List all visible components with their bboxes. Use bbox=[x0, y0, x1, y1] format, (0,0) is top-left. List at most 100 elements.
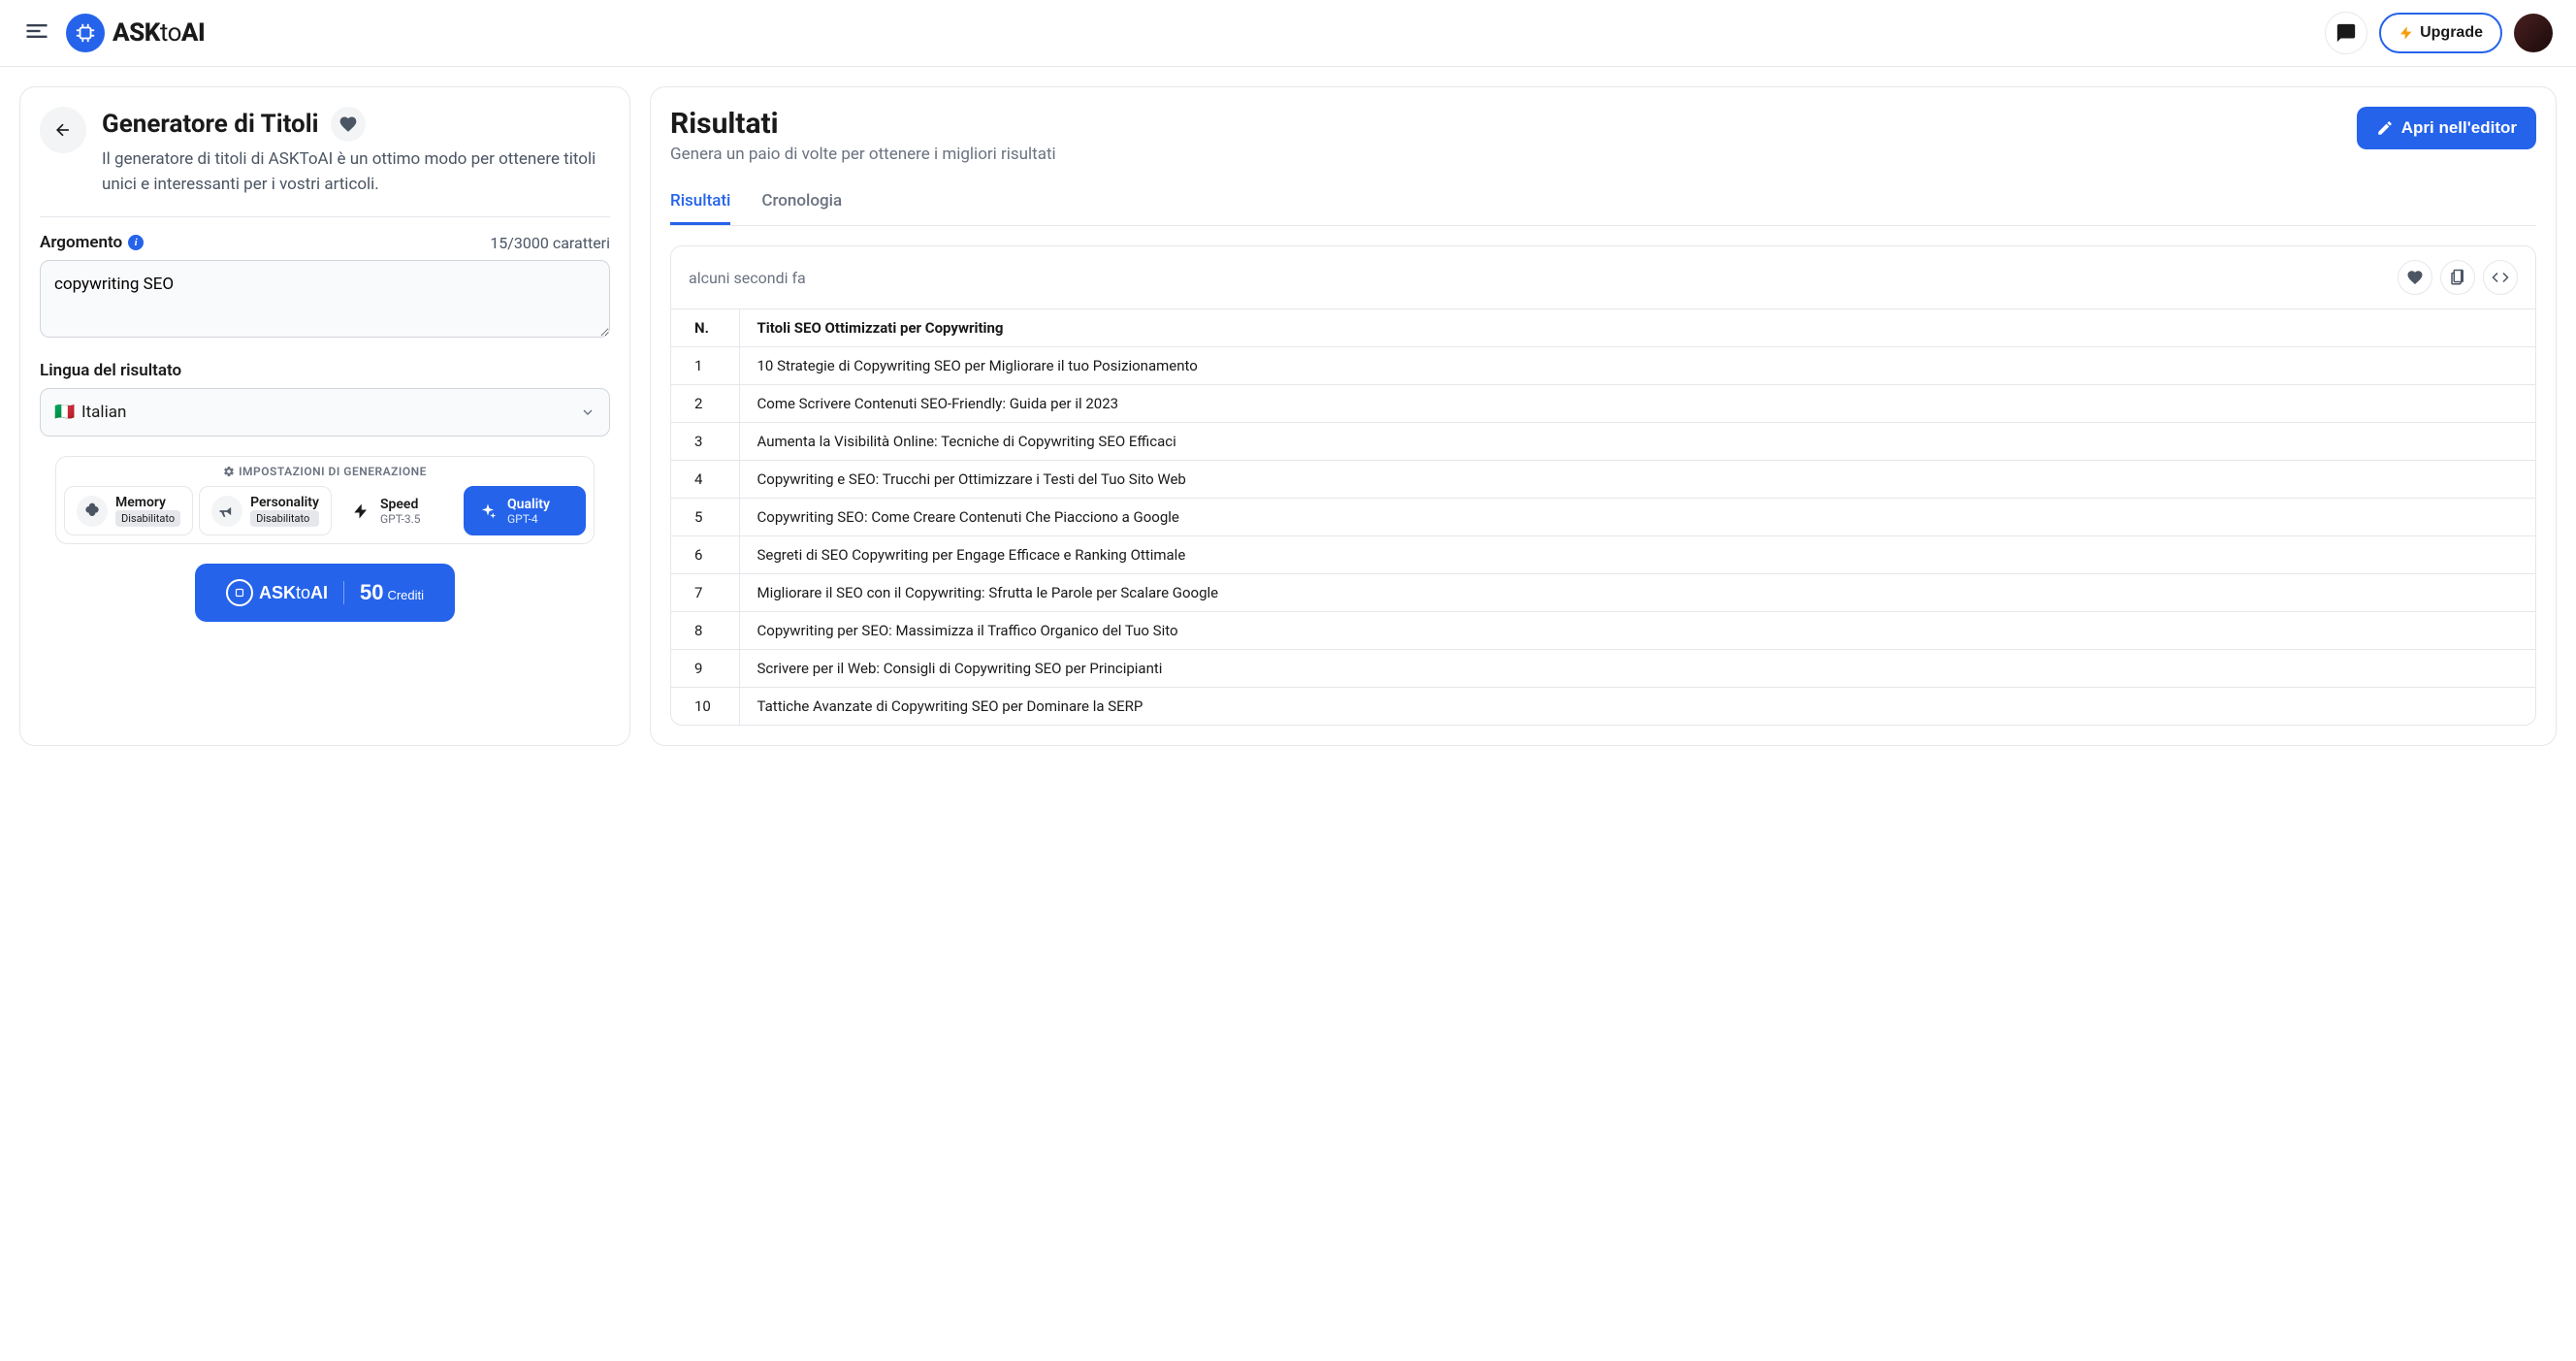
table-row: 3Aumenta la Visibilità Online: Tecniche … bbox=[671, 423, 2535, 461]
megaphone-icon bbox=[211, 496, 242, 527]
tool-description: Il generatore di titoli di ASKToAI è un … bbox=[102, 147, 610, 197]
row-number: 10 bbox=[671, 688, 739, 726]
chat-button[interactable] bbox=[2325, 12, 2367, 54]
logo-chip-icon bbox=[66, 14, 105, 52]
table-row: 9Scrivere per il Web: Consigli di Copywr… bbox=[671, 650, 2535, 688]
argomento-label: Argomento i bbox=[40, 233, 144, 252]
result-actions bbox=[2398, 260, 2518, 295]
row-title: Migliorare il SEO con il Copywriting: Sf… bbox=[739, 574, 2535, 612]
open-editor-button[interactable]: Apri nell'editor bbox=[2357, 107, 2536, 149]
back-button[interactable] bbox=[40, 107, 86, 153]
lingua-select[interactable]: 🇮🇹 Italian bbox=[40, 388, 610, 437]
ask-btn-logo: ASKtoAI bbox=[226, 579, 328, 606]
row-title: Copywriting SEO: Come Creare Contenuti C… bbox=[739, 499, 2535, 536]
results-table: N. Titoli SEO Ottimizzati per Copywritin… bbox=[671, 308, 2535, 725]
heart-icon bbox=[338, 114, 358, 134]
lingua-value: Italian bbox=[81, 403, 126, 422]
personality-label: Personality bbox=[250, 495, 319, 510]
row-title: Copywriting e SEO: Trucchi per Ottimizza… bbox=[739, 461, 2535, 499]
memory-label: Memory bbox=[115, 495, 180, 510]
results-subtitle: Genera un paio di volte per ottenere i m… bbox=[670, 145, 1056, 164]
memory-status: Disabilitato bbox=[115, 510, 180, 527]
generator-panel: Generatore di Titoli Il generatore di ti… bbox=[19, 86, 630, 746]
results-title: Risultati bbox=[670, 107, 1056, 141]
speed-sub: GPT-3.5 bbox=[380, 512, 421, 526]
quality-label: Quality bbox=[507, 497, 550, 512]
chat-icon bbox=[2335, 22, 2357, 44]
upgrade-label: Upgrade bbox=[2420, 24, 2483, 42]
lightning-icon bbox=[2399, 25, 2414, 41]
chevron-down-icon bbox=[580, 405, 596, 420]
row-number: 5 bbox=[671, 499, 739, 536]
argomento-section: Argomento i 15/3000 caratteri copywritin… bbox=[40, 233, 610, 341]
table-row: 4Copywriting e SEO: Trucchi per Ottimizz… bbox=[671, 461, 2535, 499]
sparkle-icon bbox=[476, 500, 499, 523]
ask-btn-credits: 50 Crediti bbox=[360, 580, 424, 605]
favorite-button[interactable] bbox=[331, 107, 366, 142]
app-header: ASKtoAI Upgrade bbox=[0, 0, 2576, 67]
tab-risultati[interactable]: Risultati bbox=[670, 179, 730, 225]
result-card: alcuni secondi fa N. bbox=[670, 245, 2536, 726]
result-timestamp: alcuni secondi fa bbox=[689, 269, 806, 287]
gear-icon bbox=[223, 466, 235, 477]
row-title: Segreti di SEO Copywriting per Engage Ef… bbox=[739, 536, 2535, 574]
speed-label: Speed bbox=[380, 497, 421, 512]
tab-cronologia[interactable]: Cronologia bbox=[761, 179, 842, 225]
result-card-header: alcuni secondi fa bbox=[671, 246, 2535, 308]
row-number: 1 bbox=[671, 347, 739, 385]
row-number: 9 bbox=[671, 650, 739, 688]
table-row: 6Segreti di SEO Copywriting per Engage E… bbox=[671, 536, 2535, 574]
heart-icon bbox=[2406, 269, 2424, 286]
favorite-result-button[interactable] bbox=[2398, 260, 2432, 295]
main-content: Generatore di Titoli Il generatore di ti… bbox=[0, 67, 2576, 765]
upgrade-button[interactable]: Upgrade bbox=[2379, 13, 2502, 53]
argomento-input[interactable]: copywriting SEO bbox=[40, 260, 610, 338]
brain-icon bbox=[77, 496, 108, 527]
lingua-label: Lingua del risultato bbox=[40, 361, 610, 380]
generate-button[interactable]: ASKtoAI 50 Crediti bbox=[195, 564, 455, 622]
flag-icon: 🇮🇹 bbox=[54, 403, 74, 422]
results-header: Risultati Genera un paio di volte per ot… bbox=[670, 107, 2536, 164]
gen-settings-title: IMPOSTAZIONI DI GENERAZIONE bbox=[64, 465, 586, 478]
row-number: 3 bbox=[671, 423, 739, 461]
copy-result-button[interactable] bbox=[2440, 260, 2475, 295]
quality-option[interactable]: Quality GPT-4 bbox=[464, 486, 586, 535]
row-number: 6 bbox=[671, 536, 739, 574]
lightning-icon bbox=[349, 500, 372, 523]
col-n-header: N. bbox=[671, 309, 739, 347]
info-icon[interactable]: i bbox=[128, 235, 144, 250]
table-row: 8Copywriting per SEO: Massimizza il Traf… bbox=[671, 612, 2535, 650]
header-left: ASKtoAI bbox=[23, 14, 205, 52]
row-title: 10 Strategie di Copywriting SEO per Migl… bbox=[739, 347, 2535, 385]
chip-icon bbox=[226, 579, 253, 606]
personality-status: Disabilitato bbox=[250, 510, 319, 527]
lingua-section: Lingua del risultato 🇮🇹 Italian bbox=[40, 361, 610, 437]
logo-text: ASKtoAI bbox=[113, 18, 205, 48]
code-result-button[interactable] bbox=[2483, 260, 2518, 295]
clipboard-icon bbox=[2449, 269, 2466, 286]
header-right: Upgrade bbox=[2325, 12, 2553, 54]
table-row: 110 Strategie di Copywriting SEO per Mig… bbox=[671, 347, 2535, 385]
tool-title-block: Generatore di Titoli Il generatore di ti… bbox=[102, 107, 610, 197]
table-row: 2Come Scrivere Contenuti SEO-Friendly: G… bbox=[671, 385, 2535, 423]
row-number: 4 bbox=[671, 461, 739, 499]
table-row: 5Copywriting SEO: Come Creare Contenuti … bbox=[671, 499, 2535, 536]
row-title: Tattiche Avanzate di Copywriting SEO per… bbox=[739, 688, 2535, 726]
speed-option[interactable]: Speed GPT-3.5 bbox=[338, 486, 458, 535]
table-row: 10Tattiche Avanzate di Copywriting SEO p… bbox=[671, 688, 2535, 726]
row-number: 2 bbox=[671, 385, 739, 423]
char-count: 15/3000 caratteri bbox=[490, 234, 610, 252]
row-title: Come Scrivere Contenuti SEO-Friendly: Gu… bbox=[739, 385, 2535, 423]
tool-header: Generatore di Titoli Il generatore di ti… bbox=[40, 107, 610, 217]
memory-option[interactable]: Memory Disabilitato bbox=[64, 486, 193, 535]
results-panel: Risultati Genera un paio di volte per ot… bbox=[650, 86, 2557, 746]
user-avatar[interactable] bbox=[2514, 14, 2553, 52]
pencil-icon bbox=[2376, 119, 2394, 137]
results-tabs: Risultati Cronologia bbox=[670, 179, 2536, 226]
col-title-header: Titoli SEO Ottimizzati per Copywriting bbox=[739, 309, 2535, 347]
table-row: 7Migliorare il SEO con il Copywriting: S… bbox=[671, 574, 2535, 612]
app-logo[interactable]: ASKtoAI bbox=[66, 14, 205, 52]
arrow-left-icon bbox=[53, 120, 73, 140]
personality-option[interactable]: Personality Disabilitato bbox=[199, 486, 332, 535]
menu-toggle-button[interactable] bbox=[23, 17, 50, 49]
